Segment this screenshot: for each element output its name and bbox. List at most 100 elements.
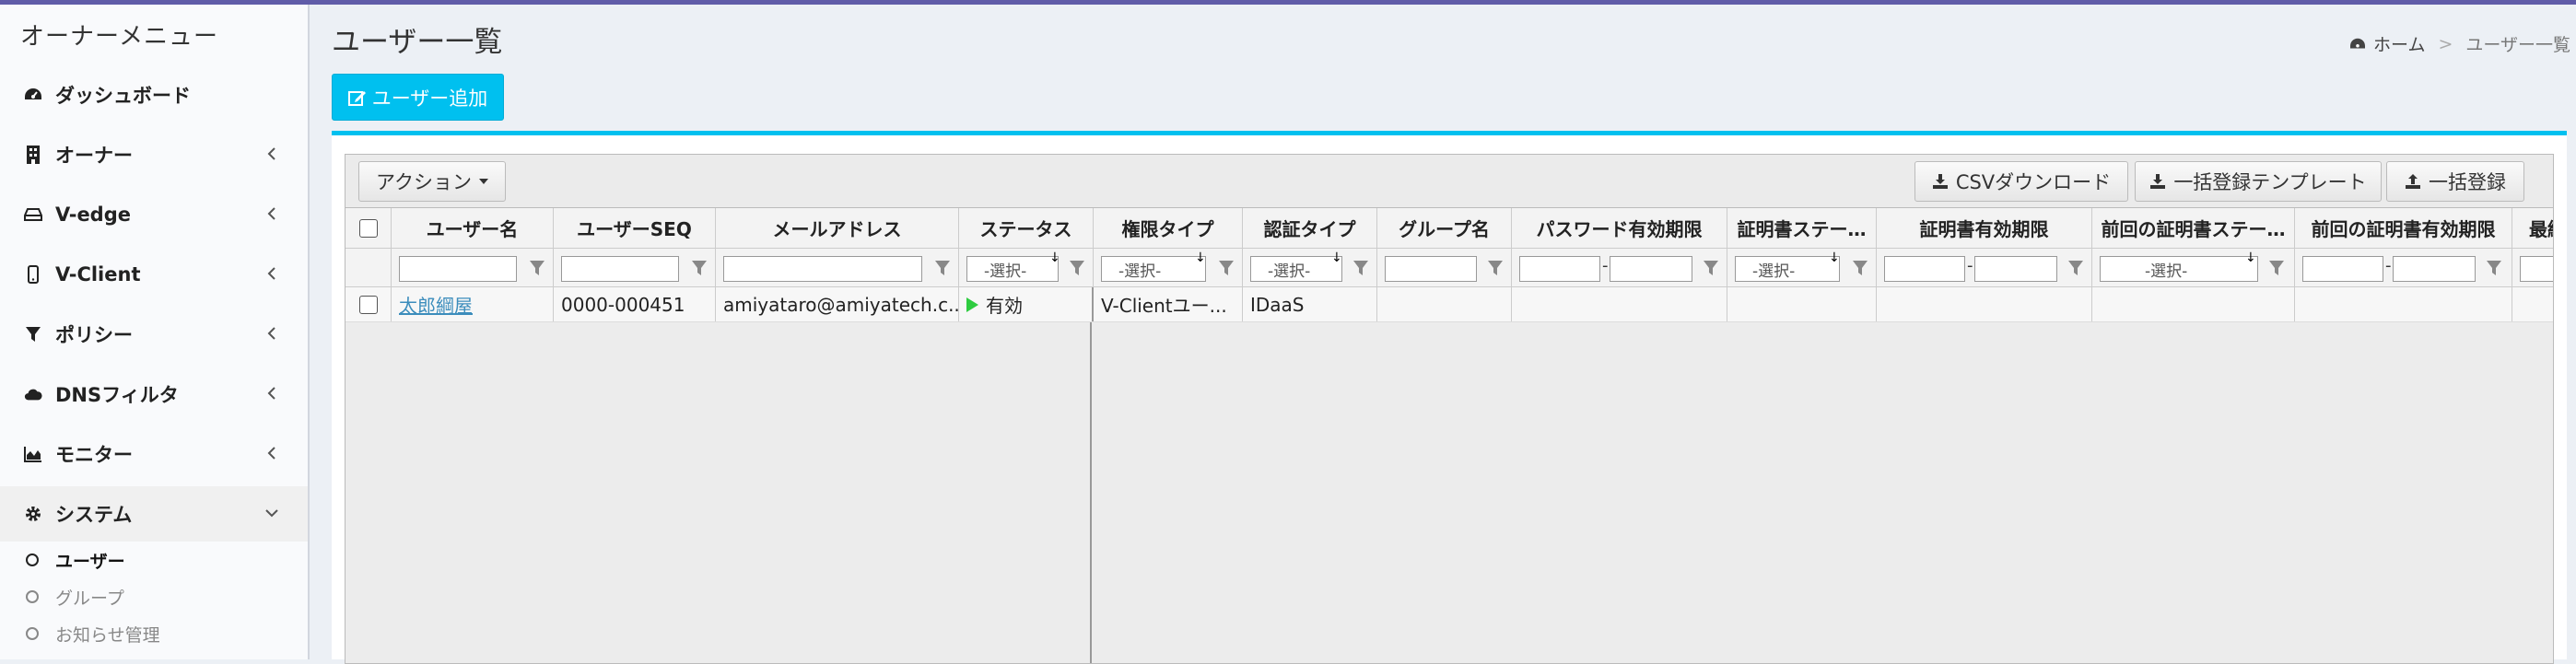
column-header[interactable]: グループ名	[1377, 208, 1512, 248]
cert-expiry-from-input[interactable]	[1884, 256, 1965, 282]
filter-cell-seq	[554, 249, 716, 286]
sidebar-item-dashboard[interactable]: ダッシュボード	[0, 67, 308, 122]
breadcrumb-home[interactable]: ホーム	[2373, 31, 2425, 56]
sidebar-subitem-user[interactable]: ユーザー	[0, 542, 308, 578]
arrow-down-icon: ↓	[1195, 250, 1206, 265]
prev-cert-status-filter-select[interactable]: -選択-	[2100, 256, 2258, 282]
sidebar-item-policy[interactable]: ポリシー	[0, 307, 308, 362]
download-icon	[1932, 174, 1948, 189]
email-filter-input[interactable]	[723, 256, 922, 282]
upload-icon	[2406, 174, 2420, 189]
filter-icon[interactable]	[2267, 260, 2286, 276]
filter-icon[interactable]	[2485, 260, 2503, 276]
column-header[interactable]: 権限タイプ	[1094, 208, 1243, 248]
filter-icon[interactable]	[1702, 260, 1720, 276]
filter-icon[interactable]	[528, 260, 546, 276]
chevron-down-icon	[265, 509, 278, 518]
chevron-left-icon	[267, 387, 275, 400]
sidebar-item-v-client[interactable]: V-Client	[0, 247, 308, 302]
status-filter-select[interactable]: -選択-	[966, 256, 1059, 282]
column-header[interactable]: 証明書有効期限	[1877, 208, 2092, 248]
last-filter-input[interactable]	[2520, 256, 2553, 282]
filter-cell-prev-cert-status: -選択- ↓	[2092, 249, 2295, 286]
dashboard-icon	[2350, 38, 2366, 48]
filter-cell-auth: -選択- ↓	[1243, 249, 1377, 286]
cloud-icon	[24, 385, 42, 403]
template-download-button[interactable]: 一括登録テンプレート	[2135, 161, 2382, 202]
username-filter-input[interactable]	[399, 256, 517, 282]
cell-prev-cert-status	[2092, 287, 2295, 321]
building-icon	[24, 146, 42, 164]
sidebar-item-label: ダッシュボード	[55, 85, 191, 107]
action-dropdown-button[interactable]: アクション	[358, 161, 506, 202]
table-row[interactable]: 太郎綱屋 0000-000451 amiyataro@amiyatech.c..…	[345, 287, 2553, 322]
template-label: 一括登録テンプレート	[2173, 171, 2367, 193]
cell-email: amiyataro@amiyatech.c...	[716, 287, 959, 321]
column-header[interactable]: ステータス	[959, 208, 1094, 248]
role-filter-select[interactable]: -選択-	[1101, 256, 1206, 282]
filter-icon[interactable]	[2067, 260, 2085, 276]
edit-icon	[347, 90, 366, 106]
auth-filter-select[interactable]: -選択-	[1250, 256, 1342, 282]
select-all-checkbox[interactable]	[358, 218, 378, 238]
filter-icon[interactable]	[933, 260, 952, 276]
add-user-button[interactable]: ユーザー追加	[332, 74, 504, 121]
gear-icon	[24, 505, 42, 523]
sidebar-subitem-group[interactable]: グループ	[0, 578, 308, 615]
column-header[interactable]: メールアドレス	[716, 208, 959, 248]
caret-down-icon	[478, 179, 488, 184]
group-filter-input[interactable]	[1385, 256, 1477, 282]
filter-cell-status: -選択- ↓	[959, 249, 1094, 286]
column-header[interactable]: 最終	[2512, 208, 2553, 248]
sidebar-subitem-label: お知らせ管理	[55, 624, 160, 646]
cert-expiry-to-input[interactable]	[1974, 256, 2057, 282]
range-separator: -	[1602, 256, 1609, 275]
username-link[interactable]: 太郎綱屋	[399, 291, 473, 318]
prev-cert-expiry-to-input[interactable]	[2393, 256, 2476, 282]
cert-status-filter-select[interactable]: -選択-	[1735, 256, 1840, 282]
column-header[interactable]: ユーザーSEQ	[554, 208, 716, 248]
sidebar-item-owner[interactable]: オーナー	[0, 127, 308, 182]
breadcrumb: ホーム > ユーザー一覧	[2349, 31, 2570, 56]
play-icon	[966, 297, 978, 312]
sidebar-item-system[interactable]: システム	[0, 486, 308, 542]
mobile-icon	[24, 265, 42, 284]
grid-toolbar: アクション CSVダウンロード 一括登録テンプレート 一括登録	[345, 155, 2553, 208]
column-header[interactable]: 認証タイプ	[1243, 208, 1377, 248]
column-header[interactable]: 前回の証明書ステー…	[2092, 208, 2295, 248]
breadcrumb-current: ユーザー一覧	[2465, 35, 2570, 55]
column-header[interactable]: ユーザー名	[392, 208, 554, 248]
cell-username: 太郎綱屋	[392, 287, 554, 321]
column-header[interactable]: 証明書ステー…	[1727, 208, 1877, 248]
filter-empty-cell	[345, 249, 392, 286]
grid-empty-area	[1092, 322, 2553, 663]
csv-download-button[interactable]: CSVダウンロード	[1914, 161, 2128, 202]
prev-cert-expiry-from-input[interactable]	[2302, 256, 2383, 282]
cell-group	[1377, 287, 1512, 321]
action-label: アクション	[376, 171, 472, 193]
column-header[interactable]: 前回の証明書有効期限	[2295, 208, 2512, 248]
filter-icon[interactable]	[1851, 260, 1869, 276]
sidebar-item-monitor[interactable]: モニター	[0, 426, 308, 482]
bulk-register-button[interactable]: 一括登録	[2386, 161, 2524, 202]
sidebar-subitem-label: ユーザー	[55, 551, 125, 572]
row-checkbox[interactable]	[358, 295, 378, 314]
sidebar-item-v-edge[interactable]: V-edge	[0, 187, 308, 242]
user-grid: アクション CSVダウンロード 一括登録テンプレート 一括登録 ユーザー名 ユー	[345, 154, 2554, 664]
column-header[interactable]: パスワード有効期限	[1512, 208, 1727, 248]
download-icon	[2150, 174, 2166, 189]
password-expiry-to-input[interactable]	[1610, 256, 1692, 282]
filter-icon[interactable]	[1068, 260, 1086, 276]
sidebar-subitem-notice[interactable]: お知らせ管理	[0, 615, 308, 652]
sidebar-item-label: オーナー	[55, 145, 133, 167]
sidebar-item-dns-filter[interactable]: DNSフィルタ	[0, 367, 308, 422]
filter-cell-email	[716, 249, 959, 286]
filter-icon[interactable]	[1486, 260, 1505, 276]
filter-icon[interactable]	[690, 260, 708, 276]
seq-filter-input[interactable]	[561, 256, 679, 282]
filter-icon[interactable]	[1217, 260, 1235, 276]
header-select-cell	[345, 208, 392, 248]
password-expiry-from-input[interactable]	[1519, 256, 1600, 282]
filter-icon[interactable]	[1352, 260, 1370, 276]
cell-password-expiry	[1512, 287, 1727, 321]
